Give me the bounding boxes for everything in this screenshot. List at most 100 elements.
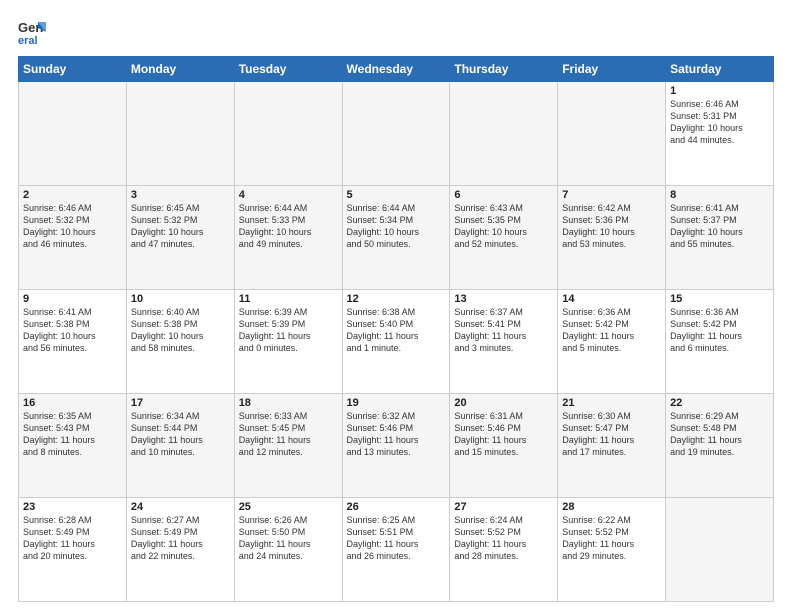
calendar-day-cell: 14Sunrise: 6:36 AM Sunset: 5:42 PM Dayli… [558, 290, 666, 394]
calendar-day-cell: 13Sunrise: 6:37 AM Sunset: 5:41 PM Dayli… [450, 290, 558, 394]
weekday-header: Wednesday [342, 57, 450, 82]
day-number: 11 [239, 293, 338, 305]
calendar-day-cell: 26Sunrise: 6:25 AM Sunset: 5:51 PM Dayli… [342, 498, 450, 602]
weekday-header: Sunday [19, 57, 127, 82]
day-number: 2 [23, 189, 122, 201]
day-info: Sunrise: 6:44 AM Sunset: 5:33 PM Dayligh… [239, 202, 338, 251]
calendar-empty-cell [342, 82, 450, 186]
day-info: Sunrise: 6:27 AM Sunset: 5:49 PM Dayligh… [131, 514, 230, 563]
day-info: Sunrise: 6:29 AM Sunset: 5:48 PM Dayligh… [670, 410, 769, 459]
day-info: Sunrise: 6:37 AM Sunset: 5:41 PM Dayligh… [454, 306, 553, 355]
day-info: Sunrise: 6:22 AM Sunset: 5:52 PM Dayligh… [562, 514, 661, 563]
calendar-week-row: 23Sunrise: 6:28 AM Sunset: 5:49 PM Dayli… [19, 498, 774, 602]
day-number: 27 [454, 501, 553, 513]
day-info: Sunrise: 6:41 AM Sunset: 5:38 PM Dayligh… [23, 306, 122, 355]
calendar-day-cell: 5Sunrise: 6:44 AM Sunset: 5:34 PM Daylig… [342, 186, 450, 290]
day-number: 24 [131, 501, 230, 513]
calendar-week-row: 2Sunrise: 6:46 AM Sunset: 5:32 PM Daylig… [19, 186, 774, 290]
weekday-header: Saturday [666, 57, 774, 82]
calendar-day-cell: 16Sunrise: 6:35 AM Sunset: 5:43 PM Dayli… [19, 394, 127, 498]
day-info: Sunrise: 6:35 AM Sunset: 5:43 PM Dayligh… [23, 410, 122, 459]
day-info: Sunrise: 6:38 AM Sunset: 5:40 PM Dayligh… [347, 306, 446, 355]
day-number: 12 [347, 293, 446, 305]
day-number: 22 [670, 397, 769, 409]
calendar-day-cell: 23Sunrise: 6:28 AM Sunset: 5:49 PM Dayli… [19, 498, 127, 602]
day-number: 3 [131, 189, 230, 201]
calendar-day-cell: 12Sunrise: 6:38 AM Sunset: 5:40 PM Dayli… [342, 290, 450, 394]
day-number: 7 [562, 189, 661, 201]
calendar-day-cell: 27Sunrise: 6:24 AM Sunset: 5:52 PM Dayli… [450, 498, 558, 602]
calendar-week-row: 9Sunrise: 6:41 AM Sunset: 5:38 PM Daylig… [19, 290, 774, 394]
day-info: Sunrise: 6:26 AM Sunset: 5:50 PM Dayligh… [239, 514, 338, 563]
day-info: Sunrise: 6:28 AM Sunset: 5:49 PM Dayligh… [23, 514, 122, 563]
calendar-empty-cell [234, 82, 342, 186]
calendar-empty-cell [126, 82, 234, 186]
day-number: 14 [562, 293, 661, 305]
calendar-week-row: 16Sunrise: 6:35 AM Sunset: 5:43 PM Dayli… [19, 394, 774, 498]
calendar-day-cell: 22Sunrise: 6:29 AM Sunset: 5:48 PM Dayli… [666, 394, 774, 498]
day-number: 5 [347, 189, 446, 201]
calendar-empty-cell [450, 82, 558, 186]
calendar-day-cell: 2Sunrise: 6:46 AM Sunset: 5:32 PM Daylig… [19, 186, 127, 290]
day-info: Sunrise: 6:33 AM Sunset: 5:45 PM Dayligh… [239, 410, 338, 459]
day-number: 15 [670, 293, 769, 305]
weekday-header: Thursday [450, 57, 558, 82]
day-number: 17 [131, 397, 230, 409]
day-info: Sunrise: 6:32 AM Sunset: 5:46 PM Dayligh… [347, 410, 446, 459]
day-number: 1 [670, 85, 769, 97]
calendar-empty-cell [666, 498, 774, 602]
day-info: Sunrise: 6:42 AM Sunset: 5:36 PM Dayligh… [562, 202, 661, 251]
weekday-header: Tuesday [234, 57, 342, 82]
header: Gen eral [18, 18, 774, 46]
weekday-header: Friday [558, 57, 666, 82]
day-number: 16 [23, 397, 122, 409]
calendar-day-cell: 15Sunrise: 6:36 AM Sunset: 5:42 PM Dayli… [666, 290, 774, 394]
svg-text:eral: eral [18, 35, 38, 46]
calendar-empty-cell [558, 82, 666, 186]
calendar-day-cell: 19Sunrise: 6:32 AM Sunset: 5:46 PM Dayli… [342, 394, 450, 498]
day-number: 20 [454, 397, 553, 409]
calendar-empty-cell [19, 82, 127, 186]
calendar-day-cell: 21Sunrise: 6:30 AM Sunset: 5:47 PM Dayli… [558, 394, 666, 498]
logo-icon: Gen eral [18, 18, 46, 46]
logo: Gen eral [18, 18, 50, 46]
day-number: 8 [670, 189, 769, 201]
calendar-day-cell: 10Sunrise: 6:40 AM Sunset: 5:38 PM Dayli… [126, 290, 234, 394]
calendar-table: SundayMondayTuesdayWednesdayThursdayFrid… [18, 56, 774, 602]
day-number: 28 [562, 501, 661, 513]
day-number: 21 [562, 397, 661, 409]
day-info: Sunrise: 6:46 AM Sunset: 5:32 PM Dayligh… [23, 202, 122, 251]
day-number: 13 [454, 293, 553, 305]
day-info: Sunrise: 6:46 AM Sunset: 5:31 PM Dayligh… [670, 98, 769, 147]
day-number: 10 [131, 293, 230, 305]
day-number: 9 [23, 293, 122, 305]
day-info: Sunrise: 6:24 AM Sunset: 5:52 PM Dayligh… [454, 514, 553, 563]
calendar-day-cell: 28Sunrise: 6:22 AM Sunset: 5:52 PM Dayli… [558, 498, 666, 602]
day-info: Sunrise: 6:31 AM Sunset: 5:46 PM Dayligh… [454, 410, 553, 459]
day-number: 18 [239, 397, 338, 409]
day-info: Sunrise: 6:30 AM Sunset: 5:47 PM Dayligh… [562, 410, 661, 459]
day-info: Sunrise: 6:45 AM Sunset: 5:32 PM Dayligh… [131, 202, 230, 251]
day-info: Sunrise: 6:36 AM Sunset: 5:42 PM Dayligh… [670, 306, 769, 355]
day-info: Sunrise: 6:41 AM Sunset: 5:37 PM Dayligh… [670, 202, 769, 251]
page: Gen eral SundayMondayTuesdayWednesdayThu… [0, 0, 792, 612]
calendar-day-cell: 20Sunrise: 6:31 AM Sunset: 5:46 PM Dayli… [450, 394, 558, 498]
day-info: Sunrise: 6:40 AM Sunset: 5:38 PM Dayligh… [131, 306, 230, 355]
calendar-day-cell: 3Sunrise: 6:45 AM Sunset: 5:32 PM Daylig… [126, 186, 234, 290]
calendar-day-cell: 4Sunrise: 6:44 AM Sunset: 5:33 PM Daylig… [234, 186, 342, 290]
calendar-day-cell: 11Sunrise: 6:39 AM Sunset: 5:39 PM Dayli… [234, 290, 342, 394]
calendar-day-cell: 17Sunrise: 6:34 AM Sunset: 5:44 PM Dayli… [126, 394, 234, 498]
day-number: 4 [239, 189, 338, 201]
day-number: 6 [454, 189, 553, 201]
calendar-header-row: SundayMondayTuesdayWednesdayThursdayFrid… [19, 57, 774, 82]
day-number: 19 [347, 397, 446, 409]
day-info: Sunrise: 6:36 AM Sunset: 5:42 PM Dayligh… [562, 306, 661, 355]
day-info: Sunrise: 6:34 AM Sunset: 5:44 PM Dayligh… [131, 410, 230, 459]
calendar-day-cell: 6Sunrise: 6:43 AM Sunset: 5:35 PM Daylig… [450, 186, 558, 290]
day-number: 23 [23, 501, 122, 513]
calendar-day-cell: 25Sunrise: 6:26 AM Sunset: 5:50 PM Dayli… [234, 498, 342, 602]
day-info: Sunrise: 6:25 AM Sunset: 5:51 PM Dayligh… [347, 514, 446, 563]
day-info: Sunrise: 6:43 AM Sunset: 5:35 PM Dayligh… [454, 202, 553, 251]
calendar-day-cell: 24Sunrise: 6:27 AM Sunset: 5:49 PM Dayli… [126, 498, 234, 602]
day-number: 26 [347, 501, 446, 513]
